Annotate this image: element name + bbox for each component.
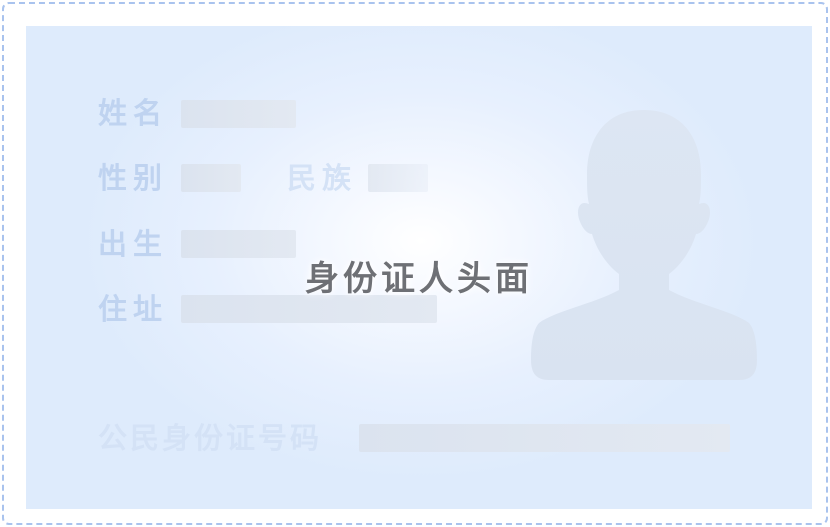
- gender-value-placeholder: [181, 164, 241, 192]
- ethnicity-value-placeholder: [368, 164, 428, 192]
- name-value-placeholder: [181, 100, 296, 128]
- person-silhouette-icon: [531, 110, 757, 380]
- id-number-label: 公民身份证号码: [98, 421, 323, 455]
- name-label: 姓名: [98, 96, 169, 130]
- ethnicity-label: 民族: [287, 161, 358, 195]
- address-label: 住址: [98, 292, 169, 326]
- gender-label: 性别: [98, 161, 169, 195]
- id-card-front-upload-area[interactable]: 姓名 性别 民族 出生 住址 公民身份证号码 身份证人头面: [2, 2, 828, 525]
- birth-label: 出生: [98, 227, 169, 261]
- upload-prompt-label: 身份证人头面: [305, 259, 533, 299]
- id-number-value-placeholder: [359, 424, 730, 452]
- id-card-front-placeholder: 姓名 性别 民族 出生 住址 公民身份证号码 身份证人头面: [26, 26, 812, 509]
- birth-value-placeholder: [181, 230, 296, 258]
- address-value-placeholder: [181, 295, 437, 323]
